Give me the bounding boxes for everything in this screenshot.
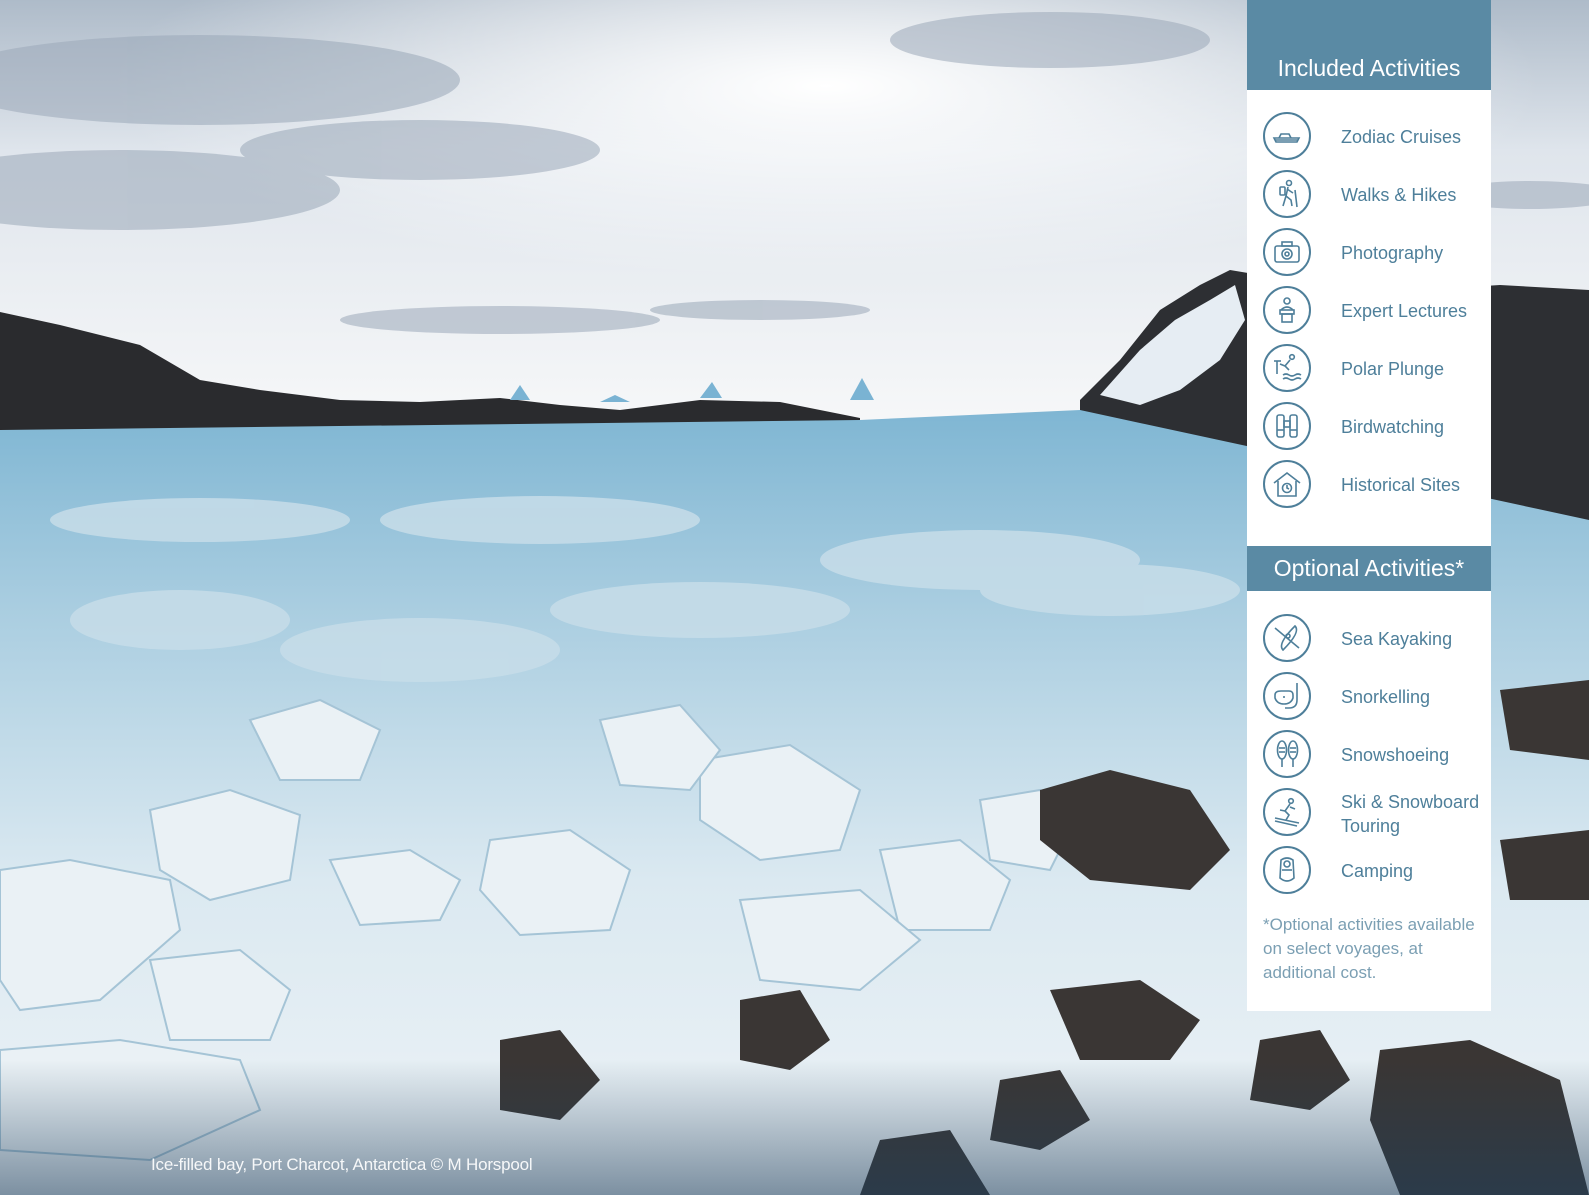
- hut-icon: [1263, 460, 1311, 508]
- activity-label: Snorkelling: [1341, 687, 1431, 707]
- activities-panel: Included Activities Zodiac Cruises Walks…: [1247, 0, 1491, 1011]
- activity-photography: Photography: [1263, 228, 1491, 280]
- activity-label: Photography: [1341, 243, 1444, 263]
- optional-footnote: *Optional activities available on select…: [1263, 915, 1475, 982]
- activity-walks-hikes: Walks & Hikes: [1263, 170, 1491, 222]
- snowshoes-icon: [1263, 730, 1311, 778]
- activity-expert-lectures: Expert Lectures: [1263, 286, 1491, 338]
- kayak-icon: [1263, 614, 1311, 662]
- optional-activities-header: Optional Activities*: [1247, 546, 1491, 591]
- activity-label: Expert Lectures: [1341, 301, 1468, 321]
- activity-label: Zodiac Cruises: [1341, 127, 1462, 147]
- activity-label: Birdwatching: [1341, 417, 1445, 437]
- activity-snorkelling: Snorkelling: [1263, 672, 1491, 724]
- sleeping-bag-icon: [1263, 846, 1311, 894]
- activity-ski-snowboard-touring: Ski & Snowboard Touring: [1263, 788, 1491, 840]
- activity-label: Polar Plunge: [1341, 359, 1445, 379]
- snorkel-mask-icon: [1263, 672, 1311, 720]
- activity-label: Snowshoeing: [1341, 745, 1450, 765]
- included-activities-header: Included Activities: [1247, 0, 1491, 90]
- activity-sea-kayaking: Sea Kayaking: [1263, 614, 1491, 666]
- activity-label: Camping: [1341, 861, 1414, 881]
- activity-snowshoeing: Snowshoeing: [1263, 730, 1491, 782]
- camera-icon: [1263, 228, 1311, 276]
- activity-label: Walks & Hikes: [1341, 185, 1457, 205]
- hiker-icon: [1263, 170, 1311, 218]
- lecturer-icon: [1263, 286, 1311, 334]
- skier-icon: [1263, 788, 1311, 836]
- photo-caption: Ice-filled bay, Port Charcot, Antarctica…: [151, 1155, 533, 1174]
- activity-historical-sites: Historical Sites: [1263, 460, 1491, 512]
- zodiac-boat-icon: [1263, 112, 1311, 160]
- activity-birdwatching: Birdwatching: [1263, 402, 1491, 454]
- activity-polar-plunge: Polar Plunge: [1263, 344, 1491, 396]
- activity-label: Sea Kayaking: [1341, 629, 1453, 649]
- activity-label: Ski & Snowboard Touring: [1341, 792, 1480, 836]
- activity-camping: Camping: [1263, 846, 1491, 898]
- activity-zodiac-cruises: Zodiac Cruises: [1263, 112, 1491, 164]
- diver-icon: [1263, 344, 1311, 392]
- binoculars-icon: [1263, 402, 1311, 450]
- activity-label: Historical Sites: [1341, 475, 1461, 495]
